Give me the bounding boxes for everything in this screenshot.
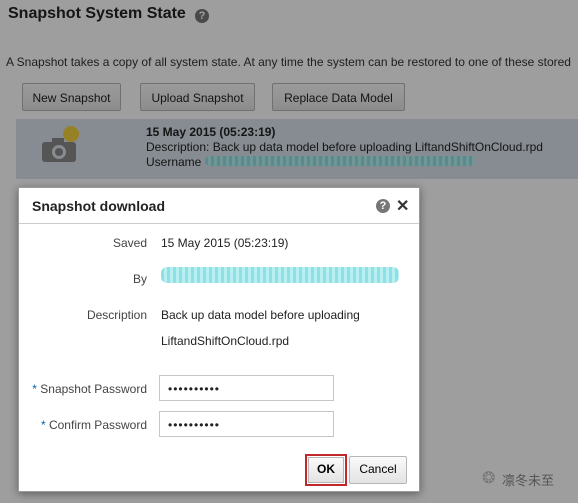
by-label: By <box>132 272 147 286</box>
redacted-user <box>161 267 399 283</box>
snapshot-password-label-text: Snapshot Password <box>40 382 147 396</box>
ok-button[interactable]: OK <box>308 457 344 483</box>
saved-value: 15 May 2015 (05:23:19) <box>161 236 289 250</box>
ok-button-highlight: OK <box>305 454 347 486</box>
description-line-2: LiftandShiftOnCloud.rpd <box>161 334 290 348</box>
snapshot-password-label: * Snapshot Password <box>23 382 147 396</box>
dialog-help-icon[interactable]: ? <box>376 199 390 213</box>
confirm-password-label-text: Confirm Password <box>48 418 147 432</box>
snapshot-page: Snapshot System State ? A Snapshot takes… <box>0 0 578 503</box>
snapshot-password-field[interactable]: •••••••••• <box>159 375 334 401</box>
close-icon[interactable]: ✕ <box>396 196 409 216</box>
watermark-text: 凛冬未至 <box>502 473 555 488</box>
saved-label: Saved <box>112 236 147 250</box>
dialog-divider <box>19 223 419 224</box>
description-label: Description <box>86 308 147 322</box>
cancel-button[interactable]: Cancel <box>349 456 407 484</box>
description-line-1: Back up data model before uploading <box>161 308 360 322</box>
required-marker: * <box>40 418 46 432</box>
confirm-password-label: * Confirm Password <box>23 418 147 432</box>
confirm-password-field[interactable]: •••••••••• <box>159 411 334 437</box>
wechat-icon: ❂ <box>482 470 496 487</box>
snapshot-download-dialog: Snapshot download ? ✕ Saved 15 May 2015 … <box>18 187 420 492</box>
dialog-title: Snapshot download <box>32 198 165 214</box>
required-marker: * <box>32 382 37 396</box>
